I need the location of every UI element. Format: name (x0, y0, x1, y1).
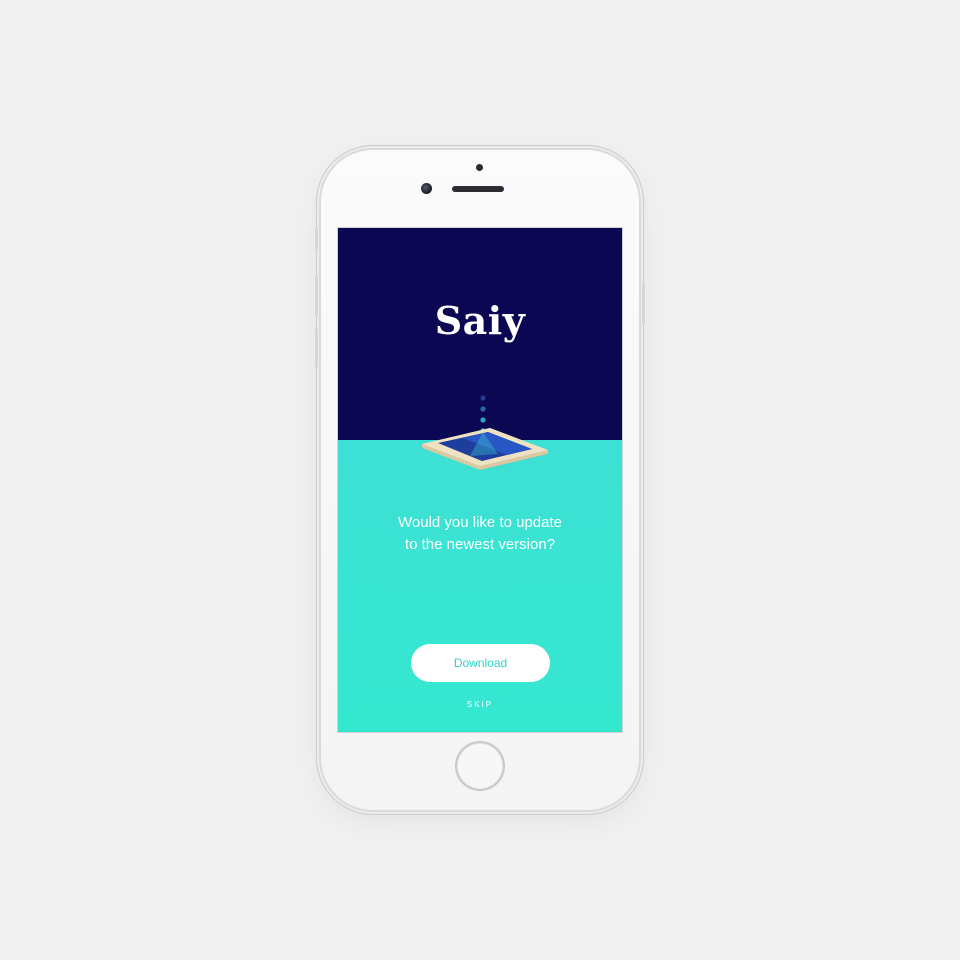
earpiece-speaker (452, 186, 504, 192)
app-screen: Saiy Would you like to update to the new… (338, 228, 622, 732)
power-button (642, 282, 645, 324)
signal-dot (480, 417, 486, 423)
proximity-sensor (476, 164, 483, 171)
volume-up-button (315, 276, 318, 316)
app-logo: Saiy (434, 298, 526, 343)
signal-dot (480, 395, 486, 401)
phone-frame: Saiy Would you like to update to the new… (315, 150, 645, 810)
phone-update-illustration-icon (422, 395, 549, 470)
mockup-stage: Saiy Would you like to update to the new… (0, 0, 960, 960)
home-button[interactable] (455, 741, 505, 791)
update-prompt: Would you like to update to the newest v… (358, 512, 602, 556)
prompt-line-2: to the newest version? (404, 536, 556, 553)
download-button[interactable]: Download (411, 644, 550, 682)
front-camera (421, 183, 432, 194)
prompt-line-1: Would you like to update (398, 514, 562, 531)
skip-link[interactable]: SKIP (338, 700, 622, 709)
mute-switch (315, 228, 318, 250)
volume-down-button (315, 328, 318, 368)
signal-dot (480, 406, 486, 412)
